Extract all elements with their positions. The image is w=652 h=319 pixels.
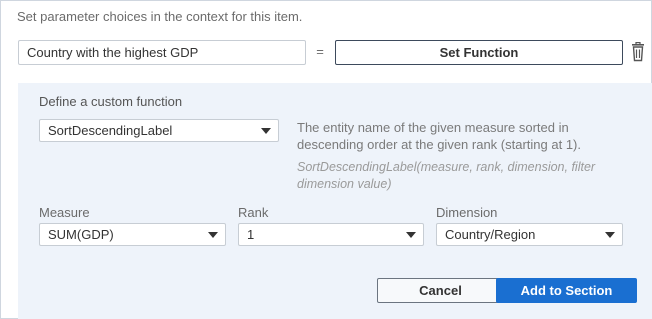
parameter-name-input[interactable]: Country with the highest GDP <box>18 40 306 65</box>
chevron-down-icon <box>605 232 615 238</box>
instruction-text: Set parameter choices in the context for… <box>17 9 303 24</box>
dimension-select-value: Country/Region <box>445 227 536 242</box>
function-description: The entity name of the given measure sor… <box>297 120 581 152</box>
measure-label: Measure <box>39 205 90 220</box>
add-to-section-button[interactable]: Add to Section <box>496 278 637 303</box>
chevron-down-icon <box>261 128 271 134</box>
cancel-button[interactable]: Cancel <box>377 278 504 303</box>
trash-icon[interactable] <box>629 41 647 62</box>
function-signature: SortDescendingLabel(measure, rank, dimen… <box>297 160 596 191</box>
measure-select-value: SUM(GDP) <box>48 227 114 242</box>
dimension-select[interactable]: Country/Region <box>436 223 623 246</box>
set-function-button[interactable]: Set Function <box>335 40 623 65</box>
dimension-label: Dimension <box>436 205 498 220</box>
function-select[interactable]: SortDescendingLabel <box>39 119 279 142</box>
measure-select[interactable]: SUM(GDP) <box>39 223 226 246</box>
rank-select-value: 1 <box>247 227 255 242</box>
set-parameter-dialog: Set parameter choices in the context for… <box>0 0 652 319</box>
chevron-down-icon <box>208 232 218 238</box>
rank-select[interactable]: 1 <box>238 223 424 246</box>
custom-function-panel: Define a custom function SortDescendingL… <box>18 83 652 319</box>
function-select-value: SortDescendingLabel <box>48 123 173 138</box>
equals-sign: = <box>316 44 324 59</box>
panel-title: Define a custom function <box>39 94 183 109</box>
chevron-down-icon <box>406 232 416 238</box>
rank-label: Rank <box>238 205 269 220</box>
